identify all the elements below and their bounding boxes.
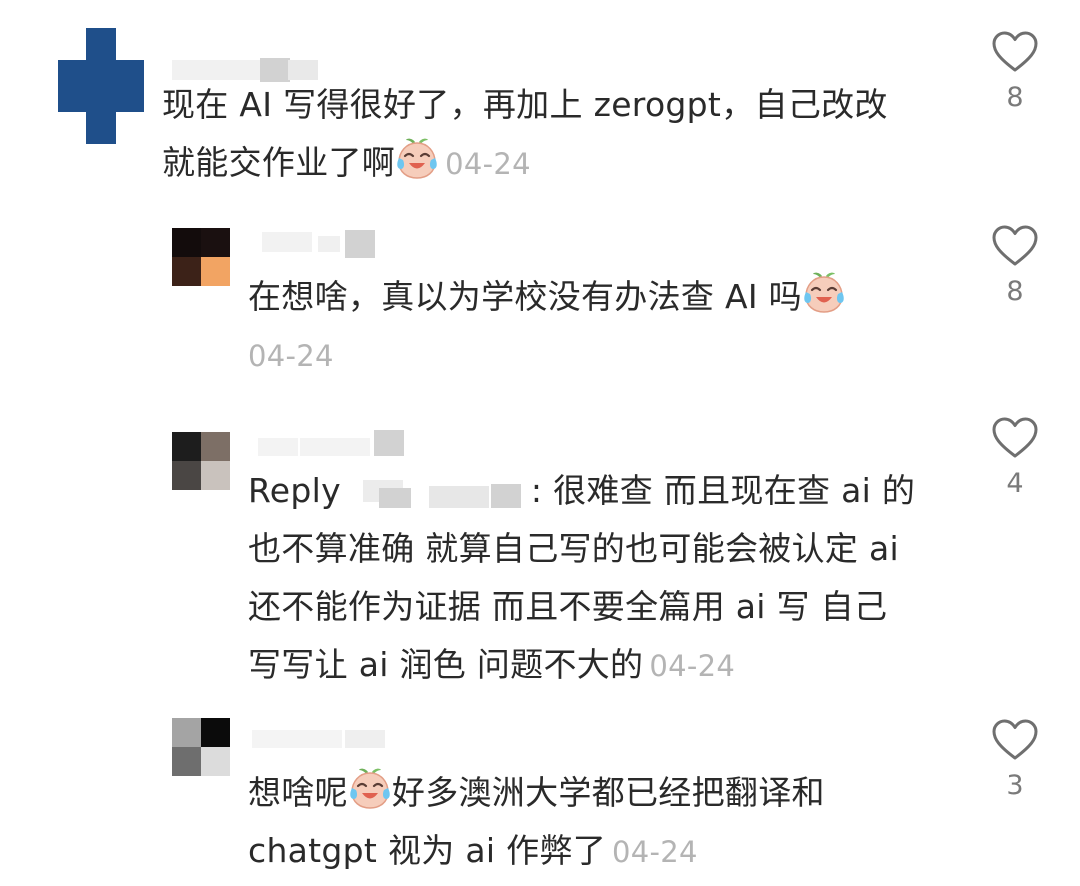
like-control[interactable]: 8 [985,224,1045,307]
comment-1: 现在 AI 写得很好了，再加上 zerogpt，自己改改 就能交作业了啊 04-2… [0,0,1080,200]
like-control[interactable]: 4 [985,416,1045,499]
heart-icon[interactable] [985,718,1045,762]
reply-target-blurred[interactable] [341,478,531,508]
comment-line: : 很难查 而且现在查 ai 的 [530,471,916,510]
avatar[interactable] [172,432,230,490]
comment-line: 想啥呢 [248,773,348,812]
avatar[interactable] [58,28,144,144]
comment-text: 在想啥，真以为学校没有办法查 AI 吗 04-24 [248,268,968,385]
crying-laughing-emoji-icon [395,136,439,180]
comment-text: 现在 AI 写得很好了，再加上 zerogpt，自己改改 就能交作业了啊 04-2… [162,76,942,193]
crying-laughing-emoji-icon [802,270,846,314]
comment-3: Reply : 很难查 而且现在查 ai 的 也不算准确 就算自己写的也可能会被… [0,400,1080,700]
comment-line: 在想啥，真以为学校没有办法查 AI 吗 [248,277,802,316]
like-count: 8 [1006,276,1024,307]
crying-laughing-emoji-icon [348,766,392,810]
comment-line: 现在 AI 写得很好了，再加上 zerogpt，自己改改 [162,85,888,124]
comment-line: 还不能作为证据 而且不要全篇用 ai 写 自己 [248,587,888,626]
reply-label[interactable]: Reply [248,471,341,510]
comment-line: chatgpt 视为 ai 作弊了 [248,831,607,870]
heart-icon[interactable] [985,224,1045,268]
comment-text: Reply : 很难查 而且现在查 ai 的 也不算准确 就算自己写的也可能会被… [248,462,968,695]
like-count: 4 [1006,468,1024,499]
comment-text: 想啥呢 好多澳洲大学都已经把翻译和 chatgpt 视为 ai 作弊了 04-24 [248,764,968,881]
comment-line: 好多澳洲大学都已经把翻译和 [391,773,825,812]
like-control[interactable]: 8 [985,30,1045,113]
comment-line: 也不算准确 就算自己写的也可能会被认定 ai [248,529,899,568]
comment-date: 04-24 [612,835,698,869]
like-control[interactable]: 3 [985,718,1045,801]
heart-icon[interactable] [985,416,1045,460]
avatar[interactable] [172,718,230,776]
avatar[interactable] [172,228,230,286]
comment-line: 写写让 ai 润色 问题不大的 [248,645,644,684]
comment-line: 就能交作业了啊 [162,143,396,182]
like-count: 8 [1006,82,1024,113]
like-count: 3 [1006,770,1024,801]
comment-2: 在想啥，真以为学校没有办法查 AI 吗 04-24 8 [0,200,1080,390]
heart-icon[interactable] [985,30,1045,74]
comment-date: 04-24 [445,147,531,181]
comment-date: 04-24 [649,649,736,683]
comment-4: 想啥呢 好多澳洲大学都已经把翻译和 chatgpt 视为 ai 作弊了 04-24 … [0,700,1080,886]
comment-date: 04-24 [248,339,334,373]
